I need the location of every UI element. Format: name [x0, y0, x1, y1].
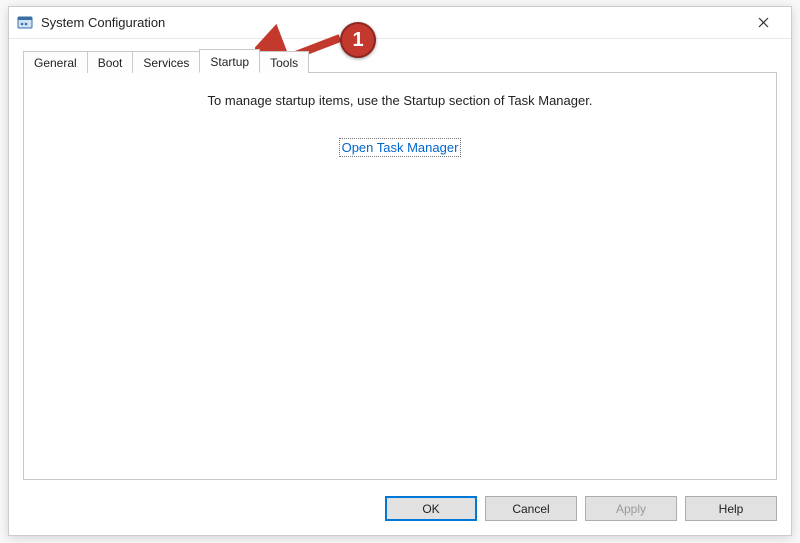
dialog-button-row: OK Cancel Apply Help: [385, 496, 777, 521]
tab-startup[interactable]: Startup: [199, 49, 260, 73]
tab-strip: General Boot Services Startup Tools: [23, 49, 777, 73]
close-icon: [758, 17, 769, 28]
msconfig-icon: [17, 15, 33, 31]
help-button[interactable]: Help: [685, 496, 777, 521]
titlebar: System Configuration: [9, 7, 791, 39]
tab-tools[interactable]: Tools: [259, 51, 309, 73]
tab-general[interactable]: General: [23, 51, 88, 73]
startup-tab-panel: To manage startup items, use the Startup…: [23, 72, 777, 480]
tab-boot[interactable]: Boot: [87, 51, 134, 73]
system-configuration-window: System Configuration General Boot Servic…: [8, 6, 792, 536]
tab-services[interactable]: Services: [132, 51, 200, 73]
open-task-manager-link[interactable]: Open Task Manager: [339, 138, 462, 157]
window-title: System Configuration: [41, 15, 743, 30]
startup-message: To manage startup items, use the Startup…: [24, 93, 776, 108]
cancel-button[interactable]: Cancel: [485, 496, 577, 521]
ok-button[interactable]: OK: [385, 496, 477, 521]
close-button[interactable]: [743, 7, 783, 39]
apply-button: Apply: [585, 496, 677, 521]
client-area: General Boot Services Startup Tools To m…: [9, 39, 791, 535]
